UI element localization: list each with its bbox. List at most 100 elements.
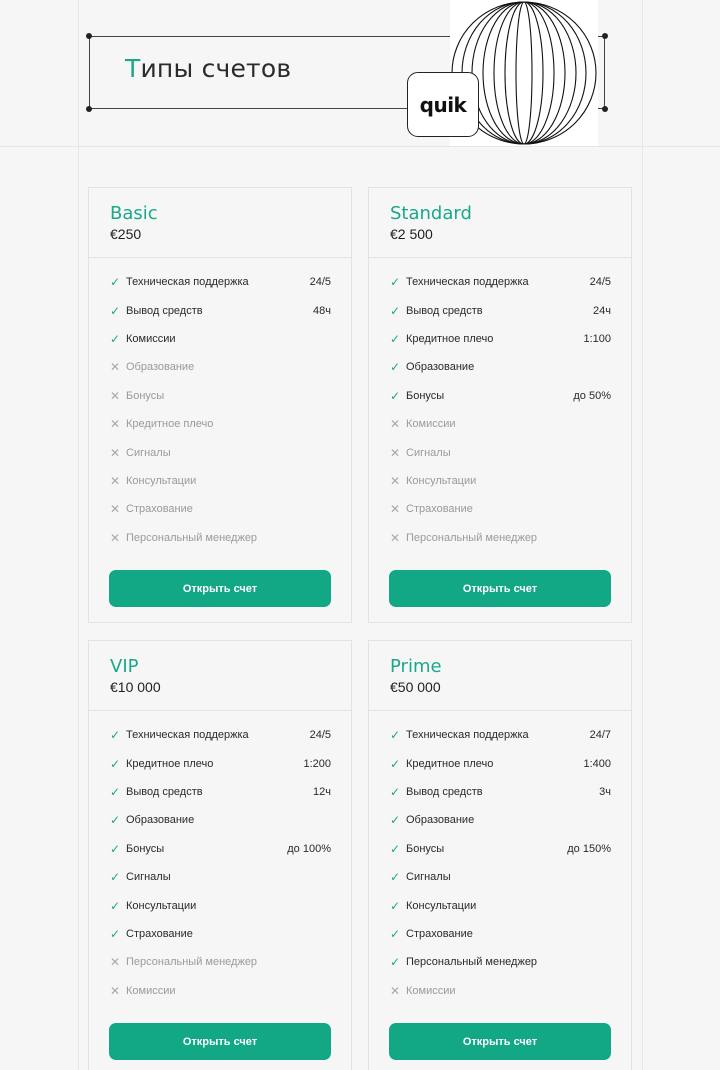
feature-label: Кредитное плечо: [126, 418, 214, 431]
feature-list: ✓ Техническая поддержка 24/7 ✓ Кредитное пле…: [369, 711, 631, 1005]
frame-corner-dot: [86, 33, 92, 39]
feature-label: Комиссии: [126, 984, 176, 997]
feature-row: ✓ Техническая поддержка 24/5: [110, 268, 331, 296]
check-icon: ✓: [390, 955, 401, 970]
open-account-button[interactable]: Открыть счет: [109, 570, 331, 607]
card-title: Basic: [110, 203, 158, 224]
check-icon: ✓: [110, 926, 121, 941]
feature-row: ✓ Кредитное плечо 1:200: [110, 749, 331, 777]
cross-icon: ✕: [110, 530, 121, 545]
feature-value: 24/5: [309, 729, 331, 742]
feature-row: ✕ Персональный менеджер: [390, 524, 611, 552]
feature-row: ✓ Бонусы до 150%: [390, 835, 611, 863]
feature-value: 24/5: [309, 276, 331, 289]
cross-icon: ✕: [110, 502, 121, 517]
page-title: Типы счетов: [125, 54, 291, 83]
check-icon: ✓: [390, 728, 401, 743]
check-icon: ✓: [390, 870, 401, 885]
feature-label: Техническая поддержка: [126, 729, 249, 742]
feature-label: Страхование: [406, 927, 473, 940]
feature-label: Техническая поддержка: [126, 276, 249, 289]
card-price: €250: [110, 226, 142, 242]
feature-label: Кредитное плечо: [406, 332, 494, 345]
feature-label: Сигналы: [126, 446, 171, 459]
check-icon: ✓: [390, 360, 401, 375]
feature-label: Персональный менеджер: [406, 531, 538, 544]
feature-value: 1:100: [583, 332, 611, 345]
feature-row: ✕ Комиссии: [390, 410, 611, 438]
feature-row: ✓ Образование: [390, 806, 611, 834]
feature-label: Бонусы: [126, 389, 165, 402]
check-icon: ✓: [390, 926, 401, 941]
feature-row: ✓ Вывод средств 12ч: [110, 778, 331, 806]
feature-row: ✕ Страхование: [390, 495, 611, 523]
feature-row: ✓ Техническая поддержка 24/5: [110, 721, 331, 749]
quik-logo: quik: [407, 72, 479, 137]
check-icon: ✓: [390, 813, 401, 828]
feature-row: ✕ Образование: [110, 353, 331, 381]
feature-label: Образование: [126, 814, 195, 827]
check-icon: ✓: [110, 331, 121, 346]
feature-label: Образование: [406, 814, 475, 827]
account-card-vip: VIP €10 000 ✓ Техническая поддержка 24/5 ✓ К…: [88, 640, 352, 1070]
cross-icon: ✕: [110, 983, 121, 998]
feature-list: ✓ Техническая поддержка 24/5 ✓ Кредитное пле…: [89, 711, 351, 1005]
check-icon: ✓: [110, 841, 121, 856]
check-icon: ✓: [110, 898, 121, 913]
cross-icon: ✕: [110, 417, 121, 432]
feature-row: ✕ Бонусы: [110, 382, 331, 410]
feature-row: ✓ Образование: [390, 353, 611, 381]
page-title-accent: Т: [125, 54, 141, 83]
check-icon: ✓: [110, 275, 121, 290]
feature-value: 24/5: [589, 276, 611, 289]
frame-corner-dot: [602, 106, 608, 112]
feature-row: ✕ Страхование: [110, 495, 331, 523]
card-title: Prime: [390, 656, 442, 677]
check-icon: ✓: [390, 303, 401, 318]
feature-label: Вывод средств: [126, 304, 203, 317]
cross-icon: ✕: [390, 530, 401, 545]
open-account-button[interactable]: Открыть счет: [389, 1023, 611, 1060]
feature-row: ✓ Вывод средств 3ч: [390, 778, 611, 806]
feature-label: Комиссии: [406, 984, 456, 997]
feature-value: 3ч: [599, 785, 611, 798]
account-card-standard: Standard €2 500 ✓ Техническая поддержка 24…: [368, 187, 632, 623]
open-account-button[interactable]: Открыть счет: [109, 1023, 331, 1060]
card-header: Basic €250: [89, 188, 351, 258]
cross-icon: ✕: [390, 417, 401, 432]
feature-row: ✓ Комиссии: [110, 325, 331, 353]
feature-value: до 50%: [573, 389, 611, 402]
card-header: Prime €50 000: [369, 641, 631, 711]
feature-row: ✕ Комиссии: [110, 977, 331, 1005]
feature-row: ✓ Вывод средств 24ч: [390, 296, 611, 324]
feature-row: ✕ Консультации: [110, 467, 331, 495]
feature-label: Страхование: [406, 503, 473, 516]
check-icon: ✓: [390, 841, 401, 856]
feature-label: Образование: [406, 361, 475, 374]
feature-label: Кредитное плечо: [126, 757, 214, 770]
cross-icon: ✕: [110, 473, 121, 488]
feature-row: ✓ Страхование: [110, 920, 331, 948]
feature-row: ✕ Сигналы: [390, 438, 611, 466]
cross-icon: ✕: [110, 360, 121, 375]
feature-label: Консультации: [406, 474, 477, 487]
feature-label: Сигналы: [126, 871, 171, 884]
open-account-button[interactable]: Открыть счет: [389, 570, 611, 607]
feature-label: Сигналы: [406, 871, 451, 884]
feature-row: ✓ Техническая поддержка 24/5: [390, 268, 611, 296]
feature-label: Образование: [126, 361, 195, 374]
cross-icon: ✕: [110, 445, 121, 460]
feature-label: Техническая поддержка: [406, 729, 529, 742]
feature-row: ✕ Консультации: [390, 467, 611, 495]
feature-label: Страхование: [126, 503, 193, 516]
feature-label: Персональный менеджер: [126, 956, 258, 969]
feature-value: 12ч: [313, 785, 331, 798]
feature-row: ✓ Бонусы до 50%: [390, 382, 611, 410]
feature-label: Вывод средств: [406, 785, 483, 798]
feature-row: ✕ Персональный менеджер: [110, 524, 331, 552]
feature-value: 1:200: [303, 757, 331, 770]
card-header: Standard €2 500: [369, 188, 631, 258]
check-icon: ✓: [390, 331, 401, 346]
card-price: €10 000: [110, 679, 161, 695]
check-icon: ✓: [390, 756, 401, 771]
